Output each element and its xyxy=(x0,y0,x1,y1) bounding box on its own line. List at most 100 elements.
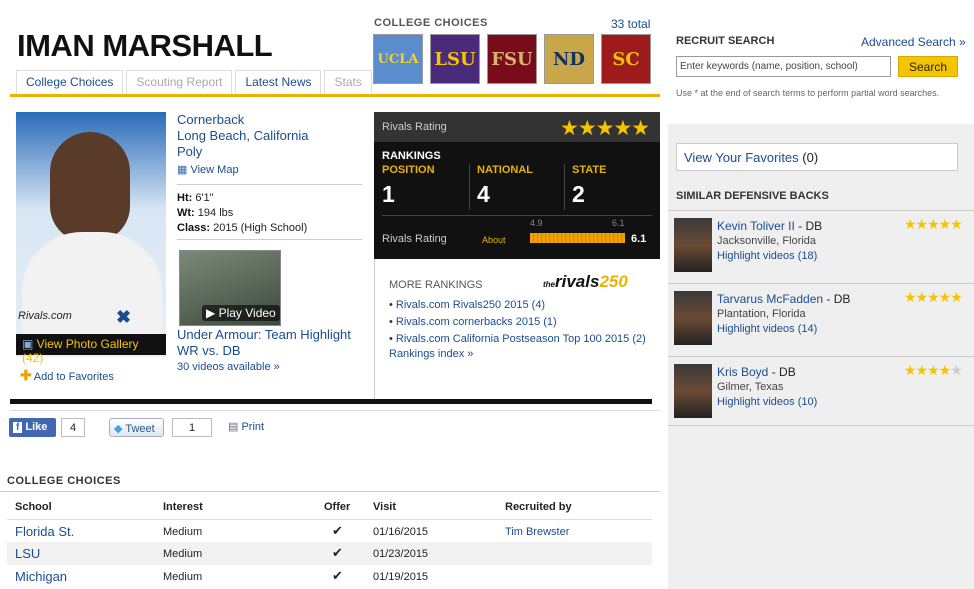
profile-tabs: College Choices Scouting Report Latest N… xyxy=(16,70,375,95)
print-label: Print xyxy=(241,421,265,433)
rankings-panel: Rivals Rating ★★★★★ RANKINGS POSITION NA… xyxy=(374,112,660,259)
notre-dame-logo[interactable]: ND xyxy=(544,34,594,84)
school-link[interactable]: LSU xyxy=(15,546,40,561)
rivals250-the: the xyxy=(543,280,555,289)
player-photo[interactable]: ✖ Rivals.com xyxy=(16,112,166,357)
like-count: 4 xyxy=(61,418,85,437)
col-header-recruited-by: Recruited by xyxy=(505,501,572,513)
player-position[interactable]: Cornerback xyxy=(177,112,309,128)
view-favorites-link[interactable]: View Your Favorites xyxy=(684,150,799,165)
view-map-link[interactable]: ▦ View Map xyxy=(177,163,239,176)
rating-scale-max: 6.1 xyxy=(612,218,625,228)
rivals250-logo: therivals250 xyxy=(543,272,628,292)
rivals250-number: 250 xyxy=(599,272,628,291)
similar-player-name-link[interactable]: Tarvarus McFadden xyxy=(717,292,823,306)
more-rankings-list: Rivals.com Rivals250 2015 (4) Rivals.com… xyxy=(389,297,646,348)
similar-player-name-link[interactable]: Kevin Toliver II xyxy=(717,219,795,233)
stars-filled: ★★★★ xyxy=(904,362,951,378)
recruiter-link[interactable]: Tim Brewster xyxy=(505,526,569,538)
advanced-search-link[interactable]: Advanced Search » xyxy=(861,35,966,49)
school-link[interactable]: Michigan xyxy=(15,569,67,584)
tab-scouting-report[interactable]: Scouting Report xyxy=(126,70,233,95)
play-video-button[interactable]: ▶ Play Video xyxy=(202,305,280,321)
college-choices-total-link[interactable]: 33 total xyxy=(611,17,650,31)
rating-about-link[interactable]: About xyxy=(482,235,506,245)
highlight-videos-link[interactable]: Highlight videos (10) xyxy=(717,396,817,408)
play-video-label: Play Video xyxy=(218,306,276,320)
tab-stats[interactable]: Stats xyxy=(324,70,372,95)
rating-divider xyxy=(382,215,652,216)
player-bio: Cornerback Long Beach, California Poly xyxy=(177,112,309,160)
video-title-link[interactable]: Under Armour: Team Highlight WR vs. DB xyxy=(177,327,351,359)
similar-player-item: Kevin Toliver II - DB Jacksonville, Flor… xyxy=(668,210,974,280)
similar-player-photo[interactable] xyxy=(674,364,712,418)
table-row: Florida St. Medium ✔ 01/16/2015 Tim Brew… xyxy=(7,519,652,542)
search-button[interactable]: Search xyxy=(898,56,958,77)
college-choices-title: COLLEGE CHOICES xyxy=(374,17,488,29)
visit-cell: 01/19/2015 xyxy=(373,571,429,583)
offer-check-icon: ✔ xyxy=(332,568,343,583)
usc-logo[interactable]: SC xyxy=(601,34,651,84)
table-row: Michigan Medium ✔ 01/19/2015 xyxy=(7,565,652,588)
star-rating: ★★★★★ xyxy=(904,362,963,379)
college-table-rule xyxy=(0,491,660,492)
similar-player-location: Jacksonville, Florida xyxy=(717,235,817,247)
highlight-videos-link[interactable]: Highlight videos (14) xyxy=(717,323,817,335)
more-ranking-link[interactable]: Rivals.com cornerbacks 2015 (1) xyxy=(396,316,557,328)
photo-gallery-link[interactable]: ▣ View Photo Gallery (42) xyxy=(16,334,166,365)
college-table-title: COLLEGE CHOICES xyxy=(7,475,121,487)
tab-college-choices[interactable]: College Choices xyxy=(16,70,124,95)
rr-label: Rivals Rating xyxy=(382,233,447,245)
video-thumbnail[interactable]: ▶ Play Video xyxy=(179,250,281,326)
stars-filled: ★★★★★ xyxy=(904,289,963,305)
rating-value: 6.1 xyxy=(631,233,647,245)
tab-latest-news[interactable]: Latest News xyxy=(235,70,322,95)
class-value: 2015 (High School) xyxy=(213,222,308,234)
rankings-index-link[interactable]: Rankings index » xyxy=(389,348,473,360)
rating-bar xyxy=(530,233,625,243)
weight-value: 194 lbs xyxy=(197,207,234,219)
rank-position-value: 1 xyxy=(382,181,395,207)
more-ranking-link[interactable]: Rivals.com Rivals250 2015 (4) xyxy=(396,299,545,311)
videos-available-link[interactable]: 30 videos available » xyxy=(177,361,280,373)
fsu-logo[interactable]: FSU xyxy=(487,34,537,84)
header-divider xyxy=(10,94,660,97)
rivals-rating-label: Rivals Rating xyxy=(382,121,447,133)
visit-cell: 01/16/2015 xyxy=(373,526,429,538)
similar-player-pos: - DB xyxy=(823,292,851,306)
facebook-icon: f xyxy=(13,422,23,433)
star-rating: ★★★★★ xyxy=(560,117,650,140)
similar-player-photo[interactable] xyxy=(674,218,712,272)
height-label: Ht: xyxy=(177,192,193,204)
ucla-logo[interactable]: UCLA xyxy=(373,34,423,84)
player-name: IMAN MARSHALL xyxy=(17,28,273,63)
add-to-favorites-link[interactable]: ✚ Add to Favorites xyxy=(20,367,114,384)
college-logos: UCLA LSU FSU ND SC xyxy=(373,34,651,84)
section-rule xyxy=(10,410,660,411)
printer-icon: ▤ xyxy=(228,421,239,433)
photo-brand: Rivals.com xyxy=(18,310,72,322)
school-link[interactable]: Florida St. xyxy=(15,524,74,539)
player-hometown[interactable]: Long Beach, California xyxy=(177,128,309,144)
facebook-like-button[interactable]: f Like xyxy=(9,418,56,437)
recruit-search-input[interactable]: Enter keywords (name, position, school) xyxy=(676,56,891,77)
similar-player-name-link[interactable]: Kris Boyd xyxy=(717,365,768,379)
player-school[interactable]: Poly xyxy=(177,144,309,160)
recruit-search-title: RECRUIT SEARCH xyxy=(676,35,775,47)
add-favorites-label: Add to Favorites xyxy=(33,371,114,383)
plus-icon: ✚ xyxy=(20,367,32,383)
visit-cell: 01/23/2015 xyxy=(373,548,429,560)
tweet-button[interactable]: ◆ Tweet xyxy=(109,418,164,437)
lsu-logo[interactable]: LSU xyxy=(430,34,480,84)
print-link[interactable]: ▤ Print xyxy=(228,420,264,433)
stars-filled: ★★★★★ xyxy=(904,216,963,232)
view-favorites-box[interactable]: View Your Favorites (0) xyxy=(676,143,958,171)
rating-scale-min: 4.9 xyxy=(530,218,543,228)
interest-cell: Medium xyxy=(163,526,203,538)
similar-player-photo[interactable] xyxy=(674,291,712,345)
star-rating: ★★★★★ xyxy=(904,289,963,306)
highlight-videos-link[interactable]: Highlight videos (18) xyxy=(717,250,817,262)
similar-player-location: Plantation, Florida xyxy=(717,308,806,320)
rank-national-label: NATIONAL xyxy=(477,164,534,176)
more-ranking-link[interactable]: Rivals.com California Postseason Top 100… xyxy=(396,333,646,345)
